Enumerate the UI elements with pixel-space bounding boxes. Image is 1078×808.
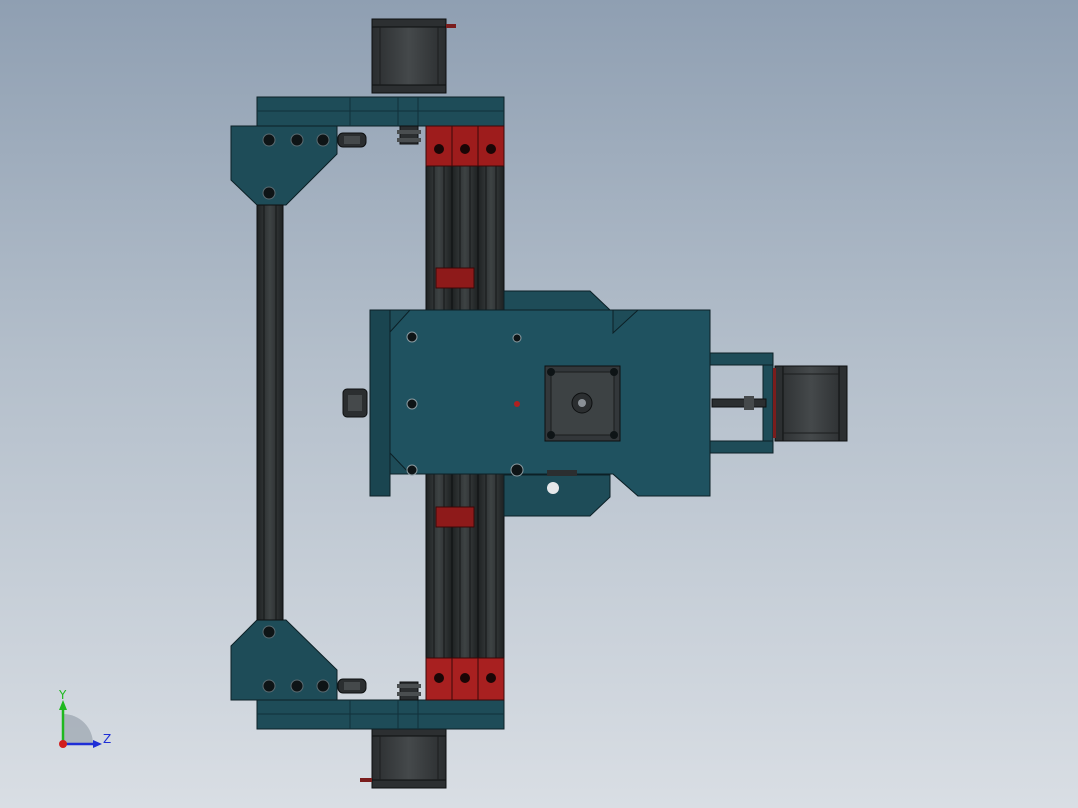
right-motor-mount[interactable] bbox=[709, 352, 774, 454]
top-stepper-motor-icon[interactable] bbox=[371, 18, 456, 94]
axis-z-label: Z bbox=[103, 732, 112, 746]
top-beam[interactable] bbox=[256, 96, 505, 127]
bottom-red-end-blocks[interactable] bbox=[425, 657, 505, 701]
carriage-stepper-motor-icon[interactable] bbox=[544, 365, 621, 442]
axis-y-label: Y bbox=[59, 688, 67, 702]
top-red-end-blocks[interactable] bbox=[425, 125, 505, 167]
right-stepper-motor-icon[interactable] bbox=[773, 365, 848, 442]
cad-viewport[interactable]: Y Z bbox=[0, 0, 1078, 808]
upper-red-stop[interactable] bbox=[435, 267, 475, 289]
bottom-idler-bearing-icon[interactable] bbox=[337, 678, 367, 694]
bottom-pulley-icon[interactable] bbox=[397, 681, 421, 701]
bottom-beam[interactable] bbox=[256, 699, 505, 730]
cad-assembly-drawing bbox=[59, 18, 848, 789]
bottom-left-bracket[interactable] bbox=[230, 619, 338, 701]
bottom-stepper-motor-icon[interactable] bbox=[360, 728, 447, 789]
carriage-bearing-icon[interactable] bbox=[342, 388, 368, 418]
left-extrusion-rail[interactable] bbox=[256, 204, 284, 621]
top-pulley-icon[interactable] bbox=[397, 125, 421, 145]
main-carriage-plate[interactable] bbox=[369, 309, 711, 497]
axis-triad-icon bbox=[59, 700, 102, 748]
top-left-bracket[interactable] bbox=[230, 125, 338, 206]
top-idler-bearing-icon[interactable] bbox=[337, 132, 367, 148]
lower-red-stop[interactable] bbox=[435, 506, 475, 528]
